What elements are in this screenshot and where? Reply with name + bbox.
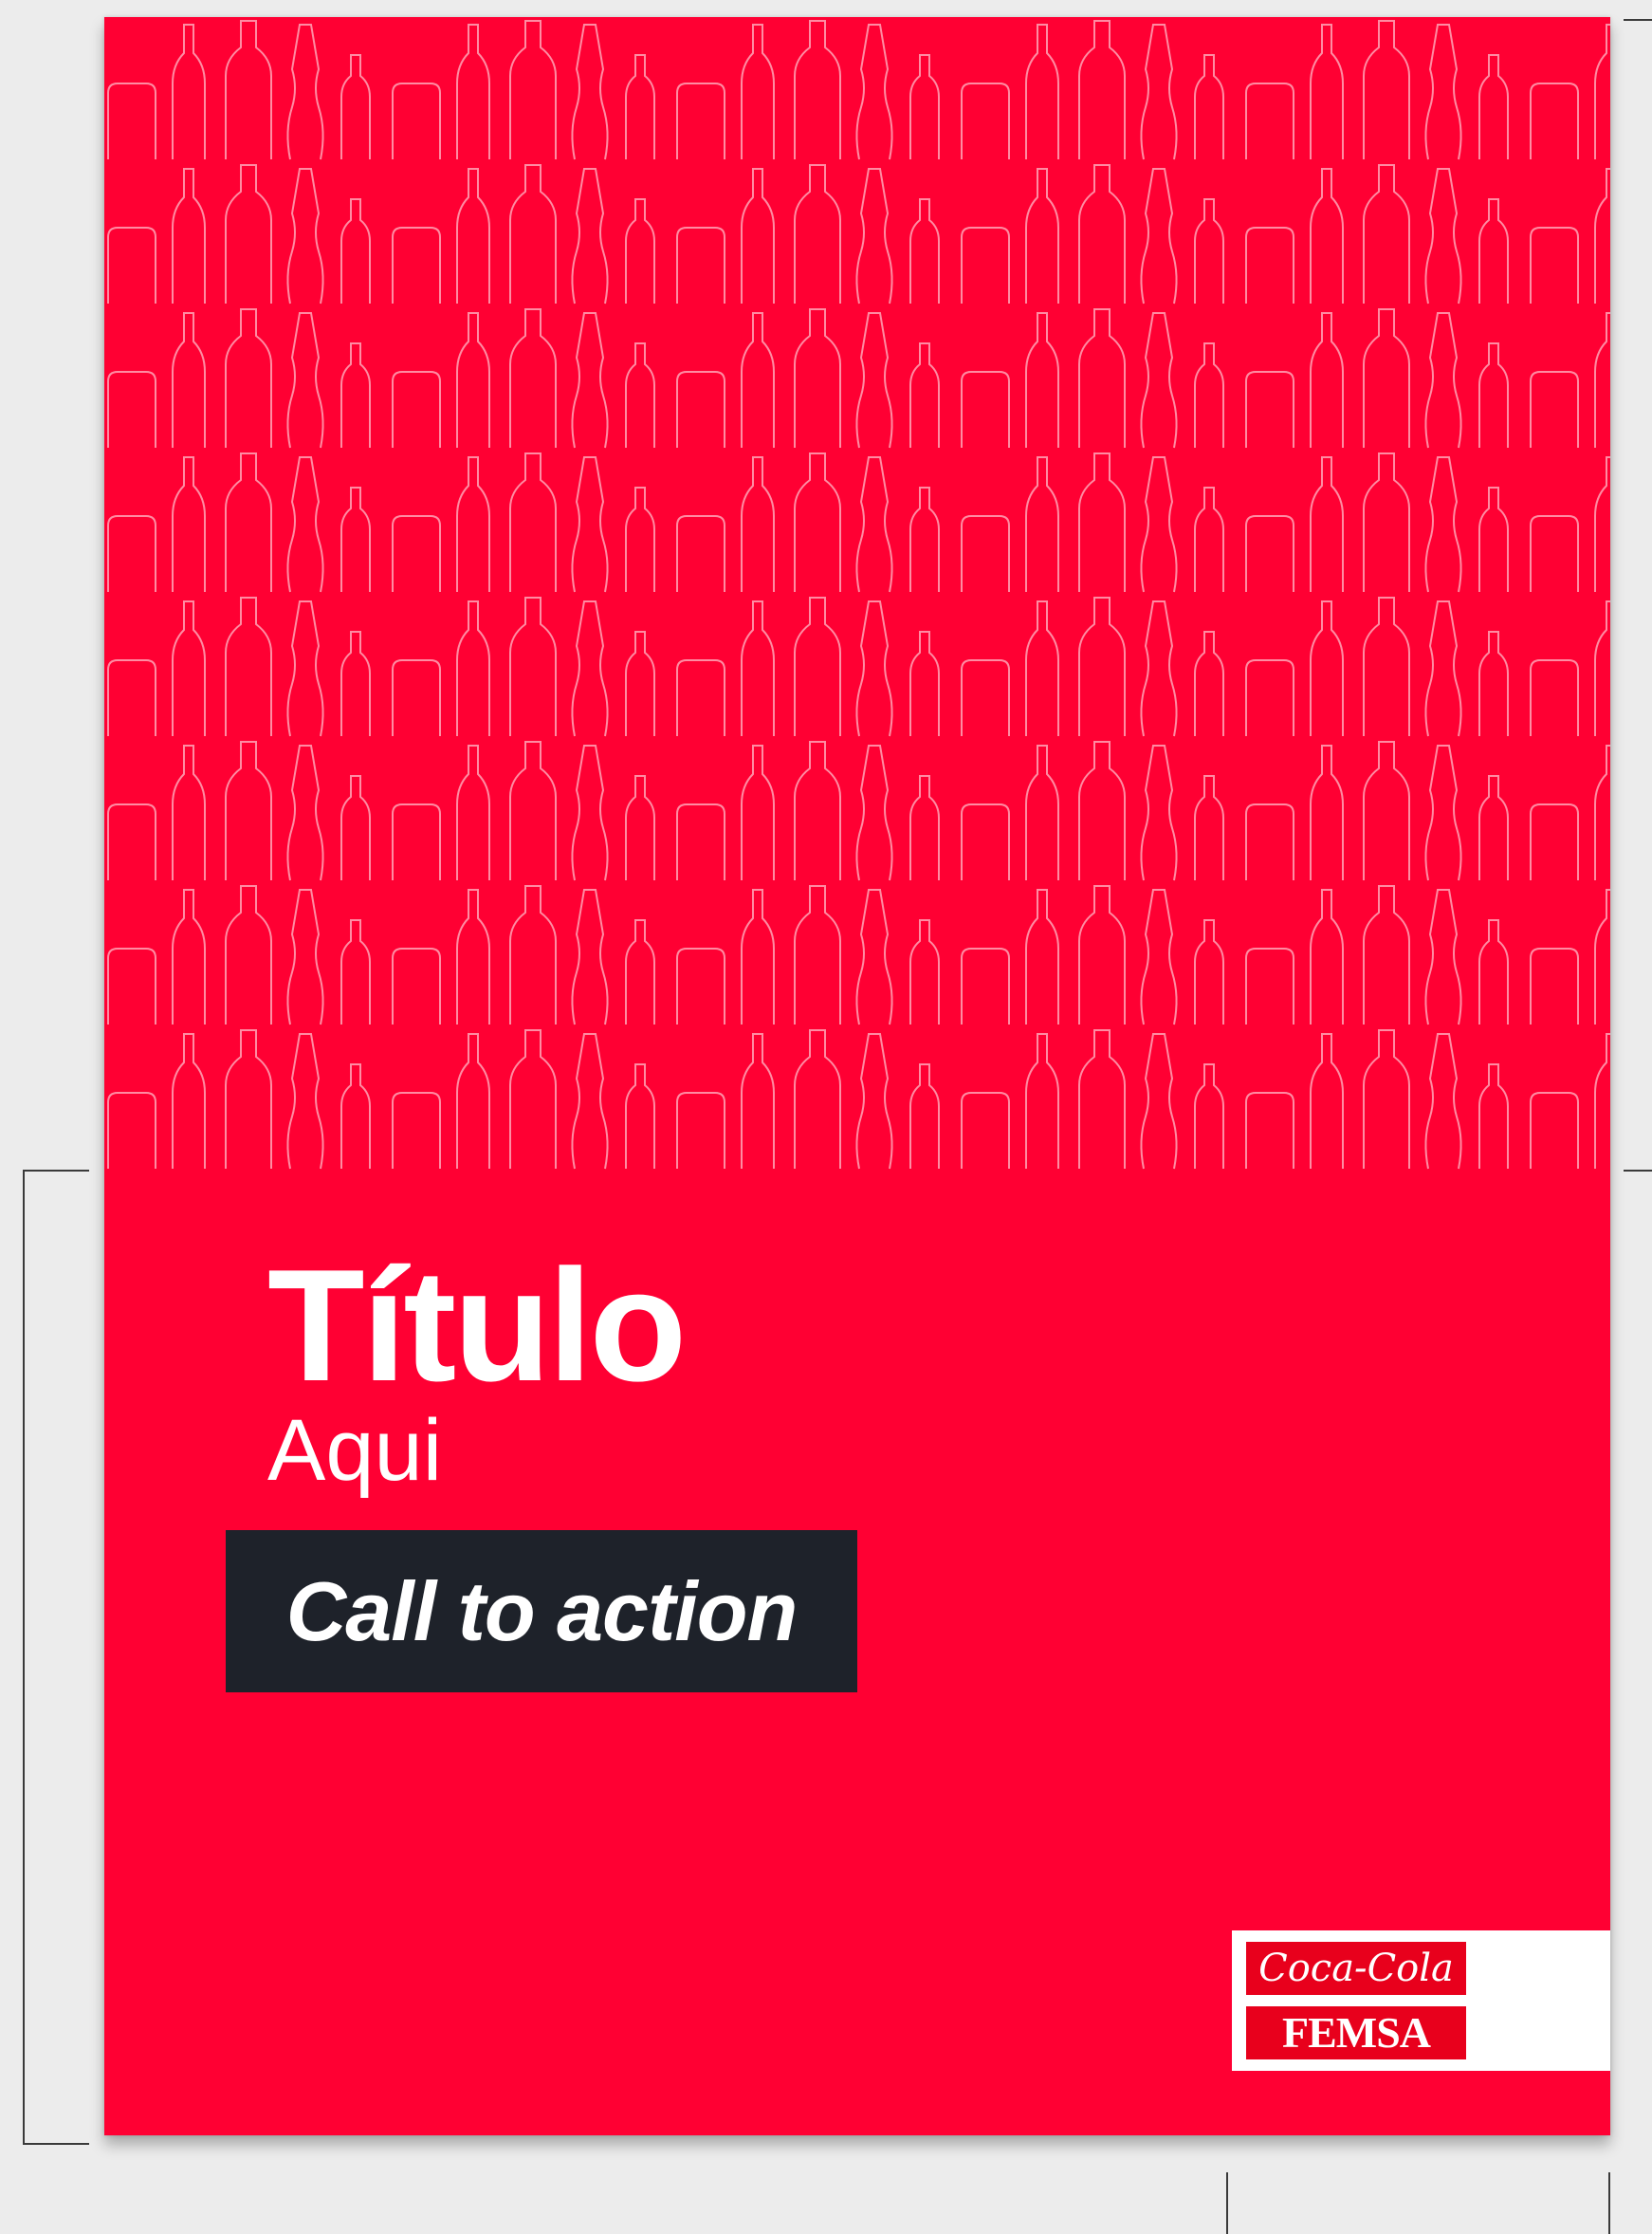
call-to-action-button[interactable]: Call to action	[226, 1530, 857, 1692]
crop-mark-left-top	[23, 1170, 89, 1172]
page-subtitle: Aqui	[267, 1402, 443, 1499]
brand-logo: Coca-Cola FEMSA	[1232, 1930, 1610, 2071]
headline-block: Título Aqui	[267, 1236, 687, 1499]
document-canvas: Título Aqui Call to action Coca-Cola FEM…	[0, 0, 1652, 2234]
poster-page[interactable]: Título Aqui Call to action Coca-Cola FEM…	[104, 17, 1610, 2135]
crop-mark-bottom-2	[1608, 2172, 1610, 2234]
crop-mark-mid-right	[1624, 1170, 1652, 1172]
page-title: Título	[267, 1236, 687, 1414]
crop-mark-left-bottom	[23, 2143, 89, 2145]
crop-mark-top-right	[1624, 19, 1652, 21]
crop-mark-bottom-1	[1226, 2172, 1228, 2234]
bottle-pattern	[104, 17, 1610, 1170]
femsa-wordmark: FEMSA	[1246, 2006, 1466, 2059]
coca-cola-wordmark: Coca-Cola	[1246, 1942, 1466, 1995]
crop-mark-left-vertical	[23, 1170, 25, 2145]
